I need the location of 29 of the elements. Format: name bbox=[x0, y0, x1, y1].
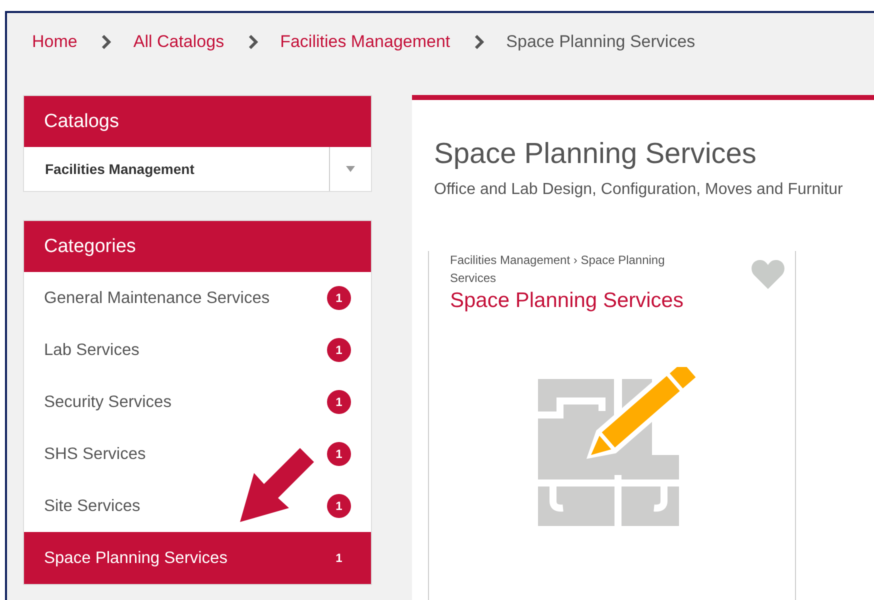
heart-icon[interactable] bbox=[751, 259, 785, 289]
breadcrumb-link[interactable]: All Catalogs bbox=[133, 32, 224, 52]
item-title[interactable]: Space Planning Services bbox=[450, 289, 690, 313]
chevron-icon bbox=[101, 34, 112, 48]
panel-title: Catalogs bbox=[44, 110, 119, 132]
page-title: Space Planning Services bbox=[434, 138, 758, 171]
catalog-select[interactable]: Facilities Management bbox=[24, 147, 371, 191]
category-item[interactable]: Lab Services 1 bbox=[24, 324, 371, 376]
item-count: 1 bbox=[334, 550, 344, 567]
panel-title: Categories bbox=[44, 236, 136, 258]
chevron-icon bbox=[248, 34, 258, 48]
item-count: 1 bbox=[327, 390, 351, 414]
breadcrumb-current: Space Planning Services bbox=[506, 32, 696, 52]
catalog-item-card[interactable]: Facilities Management › Space Planning Services Space Planning Services bbox=[428, 251, 796, 600]
category-item[interactable]: Space Planning Services 1 bbox=[24, 532, 371, 584]
item-count: 1 bbox=[327, 442, 351, 466]
item-count: 1 bbox=[327, 338, 351, 362]
category-item[interactable]: General Maintenance Services 1 bbox=[24, 272, 371, 324]
breadcrumb-link[interactable]: Facilities Management bbox=[280, 32, 450, 52]
item-path: Facilities Management › Space Planning Services bbox=[450, 252, 666, 287]
category-item[interactable]: Site Services 1 bbox=[24, 480, 371, 532]
item-count: 1 bbox=[327, 286, 351, 310]
page-description: Office and Lab Design, Configuration, Moves and Furnitur bbox=[434, 181, 844, 199]
breadcrumb-link[interactable]: Home bbox=[32, 32, 78, 52]
caret-icon bbox=[346, 166, 355, 172]
category-item[interactable]: SHS Services 1 bbox=[24, 428, 371, 480]
item-count: 1 bbox=[327, 494, 351, 518]
chevron-icon bbox=[474, 34, 484, 48]
category-item[interactable]: Security Services 1 bbox=[24, 376, 371, 428]
